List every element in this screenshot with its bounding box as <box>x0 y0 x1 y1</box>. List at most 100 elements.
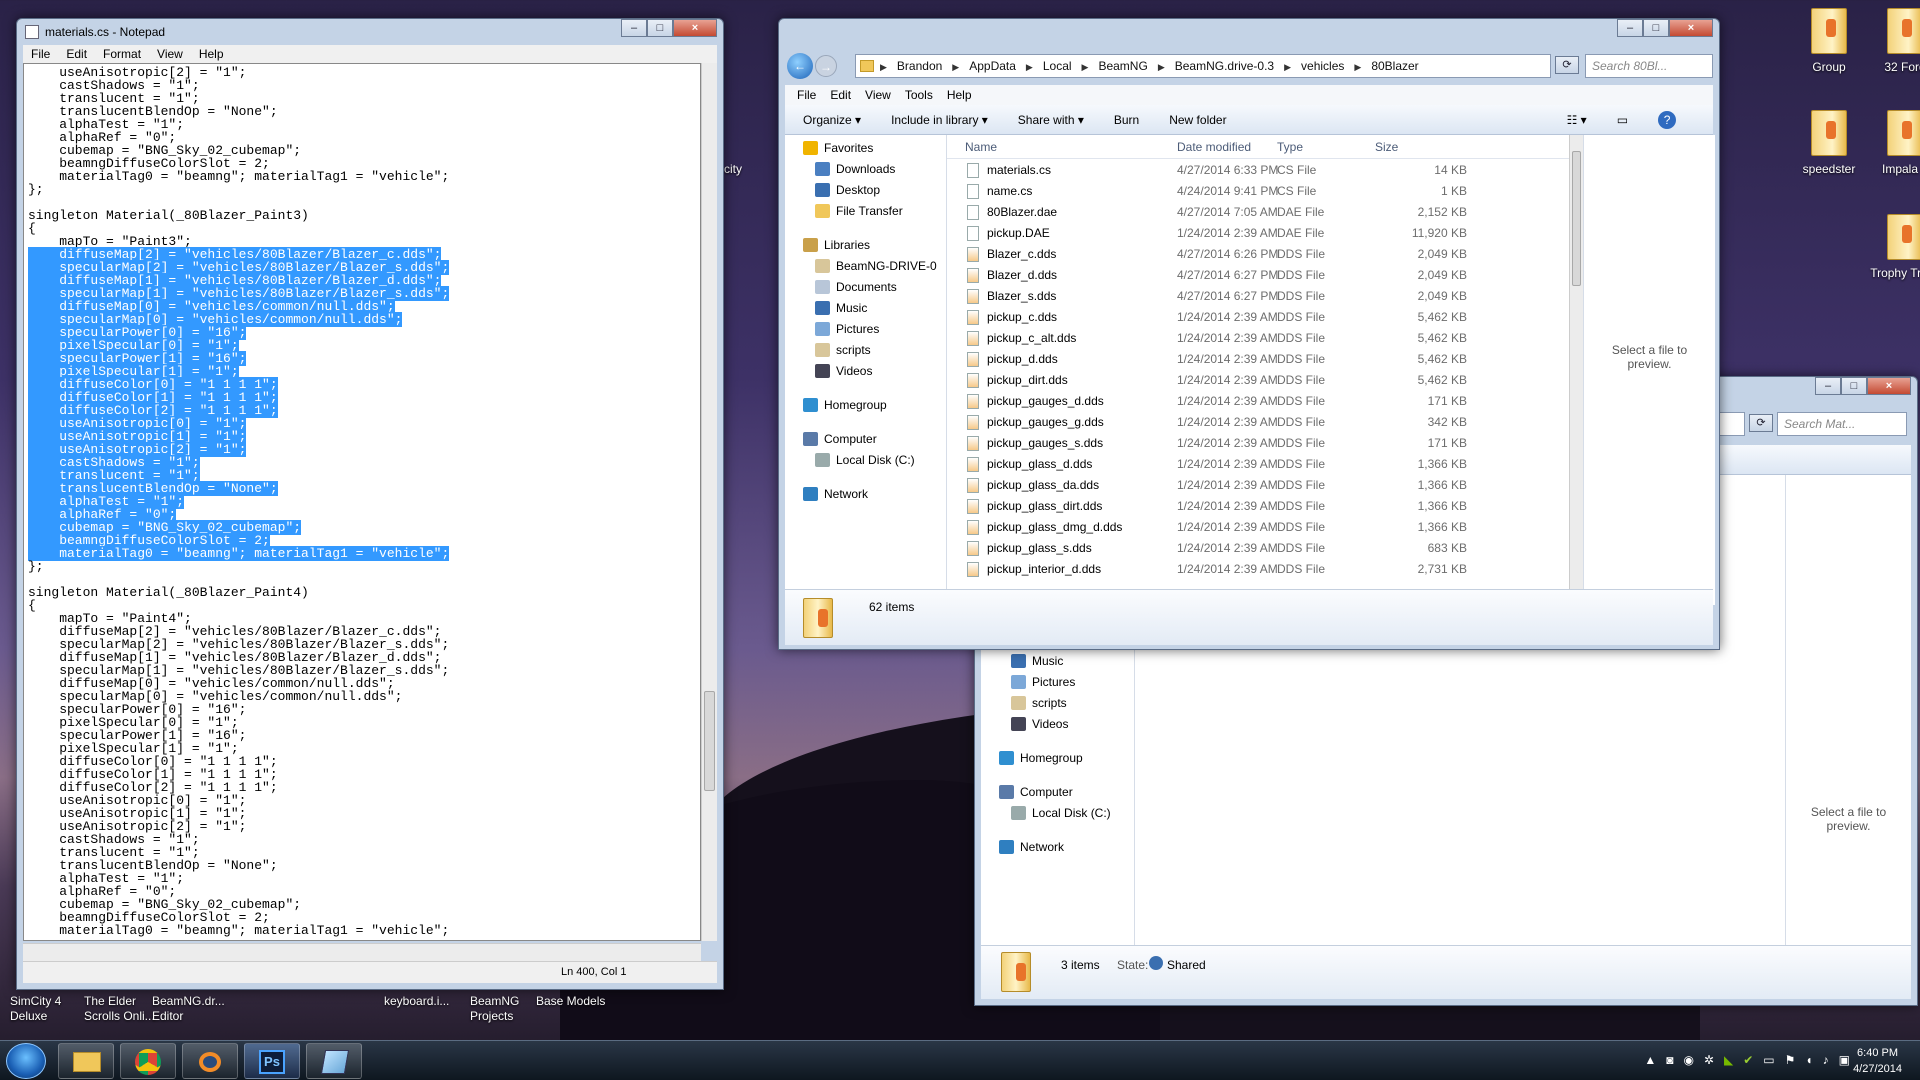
column-header[interactable]: Date modified <box>1177 140 1251 154</box>
vertical-scrollbar[interactable] <box>701 63 717 941</box>
desktop-shortcut-label[interactable]: BeamNG.dr... Editor <box>152 994 225 1024</box>
nav-item[interactable]: Computer <box>803 432 877 446</box>
horizontal-scrollbar[interactable] <box>23 943 701 961</box>
breadcrumb-item[interactable]: BeamNG.drive-0.3 <box>1175 55 1274 77</box>
nav-item[interactable]: scripts <box>815 343 871 357</box>
text-editor[interactable]: useAnisotropic[2] = "1"; castShadows = "… <box>23 63 701 941</box>
menu-format[interactable]: Format <box>103 45 141 63</box>
nav-item[interactable]: Documents <box>815 280 897 294</box>
blender-taskbar-button[interactable] <box>182 1043 238 1079</box>
preview-pane-icon[interactable]: ▭ <box>1617 105 1628 134</box>
command-button[interactable]: Organize ▾ <box>803 105 861 134</box>
file-row[interactable]: Blazer_s.dds 4/27/2014 6:27 PM DDS File 2,0… <box>947 286 1583 307</box>
breadcrumb-separator-icon[interactable]: ▶ <box>1026 56 1033 77</box>
column-header[interactable]: Size <box>1375 140 1398 154</box>
menu-help[interactable]: Help <box>199 45 224 63</box>
breadcrumb-item[interactable]: vehicles <box>1301 55 1344 77</box>
file-row[interactable]: pickup_glass_dmg_d.dds 1/24/2014 2:39 AM D… <box>947 517 1583 538</box>
view-options-icon[interactable]: ☷ ▾ <box>1567 105 1587 134</box>
show-hidden-icons[interactable]: ▲ <box>1644 1053 1656 1067</box>
nav-item[interactable]: Libraries <box>803 238 870 252</box>
breadcrumb-separator-icon[interactable]: ▶ <box>952 56 959 77</box>
breadcrumb-separator-icon[interactable]: ▶ <box>1082 56 1089 77</box>
file-row[interactable]: Blazer_d.dds 4/27/2014 6:27 PM DDS File 2,0… <box>947 265 1583 286</box>
forward-button[interactable]: → <box>815 55 837 77</box>
file-row[interactable]: Blazer_c.dds 4/27/2014 6:26 PM DDS File 2,0… <box>947 244 1583 265</box>
file-row[interactable]: pickup_gauges_s.dds 1/24/2014 2:39 AM DDS … <box>947 433 1583 454</box>
file-row[interactable]: pickup_d.dds 1/24/2014 2:39 AM DDS File 5,4… <box>947 349 1583 370</box>
column-header[interactable]: Name <box>965 140 997 154</box>
close-button[interactable]: × <box>1867 377 1911 395</box>
command-button[interactable]: Include in library ▾ <box>891 105 988 134</box>
clock[interactable]: 6:40 PM 4/27/2014 <box>1853 1045 1902 1077</box>
file-row[interactable]: 80Blazer.dae 4/27/2014 7:05 AM DAE File 2,1… <box>947 202 1583 223</box>
close-button[interactable]: × <box>1669 19 1713 37</box>
breadcrumb-separator-icon[interactable]: ▶ <box>1158 56 1165 77</box>
file-row[interactable]: pickup_c.dds 1/24/2014 2:39 AM DDS File 5,4… <box>947 307 1583 328</box>
breadcrumb-item[interactable]: 80Blazer <box>1371 55 1418 77</box>
steam-tray-icon[interactable]: ◉ <box>1683 1053 1693 1067</box>
network-tray-icon[interactable]: ◙ <box>1666 1053 1673 1067</box>
start-button[interactable] <box>6 1043 46 1079</box>
update-tray-icon[interactable]: ✔ <box>1743 1053 1753 1067</box>
maximize-button[interactable]: □ <box>647 19 673 37</box>
nav-item[interactable]: Music <box>1011 654 1063 668</box>
back-button[interactable]: ← <box>787 53 813 79</box>
display-tray-icon[interactable]: ▣ <box>1839 1053 1850 1067</box>
nav-item[interactable]: Videos <box>1011 717 1068 731</box>
file-row[interactable]: materials.cs 4/27/2014 6:33 PM CS File 14 K… <box>947 160 1583 181</box>
command-button[interactable]: Burn <box>1114 105 1139 134</box>
file-row[interactable]: pickup_glass_d.dds 1/24/2014 2:39 AM DDS F… <box>947 454 1583 475</box>
desktop-shortcut-label[interactable]: The Elder Scrolls Onli... <box>84 994 155 1024</box>
desktop-shortcut-label[interactable]: BeamNG Projects <box>470 994 519 1024</box>
file-row[interactable]: pickup_gauges_d.dds 1/24/2014 2:39 AM DDS … <box>947 391 1583 412</box>
nav-item[interactable]: Pictures <box>1011 675 1075 689</box>
breadcrumb-item[interactable]: Brandon <box>897 55 942 77</box>
file-row[interactable]: pickup_gauges_g.dds 1/24/2014 2:39 AM DDS … <box>947 412 1583 433</box>
nav-item[interactable]: Music <box>815 301 867 315</box>
desktop-shortcut[interactable]: 32 Ford <box>1860 8 1920 74</box>
command-button[interactable]: New folder <box>1169 105 1226 134</box>
breadcrumb-item[interactable]: Local <box>1043 55 1072 77</box>
nav-item[interactable]: Computer <box>999 785 1073 799</box>
column-header[interactable]: Type <box>1277 140 1303 154</box>
nav-item[interactable]: Videos <box>815 364 872 378</box>
scrollbar-thumb[interactable] <box>704 691 715 791</box>
menu-edit[interactable]: Edit <box>830 85 851 105</box>
scrollbar-thumb[interactable] <box>1572 151 1581 286</box>
nav-item[interactable]: Homegroup <box>999 751 1083 765</box>
menu-edit[interactable]: Edit <box>66 45 87 63</box>
menu-tools[interactable]: Tools <box>905 85 933 105</box>
nav-item[interactable]: Local Disk (C:) <box>815 453 915 467</box>
nav-item[interactable]: Homegroup <box>803 398 887 412</box>
nav-item[interactable]: Favorites <box>803 141 873 155</box>
desktop-shortcut[interactable]: Trophy Truck <box>1860 214 1920 280</box>
menu-file[interactable]: File <box>31 45 50 63</box>
notepad-titlebar[interactable]: materials.cs - Notepad – □ × <box>17 19 723 45</box>
nav-item[interactable]: Desktop <box>815 183 880 197</box>
explorer-taskbar-button[interactable] <box>58 1043 114 1079</box>
close-button[interactable]: × <box>673 19 717 37</box>
nav-item[interactable]: Network <box>999 840 1064 854</box>
refresh-button[interactable]: ⟳ <box>1749 414 1773 432</box>
menu-file[interactable]: File <box>797 85 816 105</box>
file-list[interactable]: Name Date modified Type Size materials.cs 4/… <box>947 135 1583 605</box>
nav-item[interactable]: Network <box>803 487 868 501</box>
breadcrumb-item[interactable]: AppData <box>969 55 1016 77</box>
nvidia-tray-icon[interactable]: ◣ <box>1724 1053 1733 1067</box>
wifi-tray-icon[interactable]: ◖ <box>1805 1053 1812 1067</box>
file-row[interactable]: pickup_glass_s.dds 1/24/2014 2:39 AM DDS F… <box>947 538 1583 559</box>
desktop-shortcut-label[interactable]: Base Models <box>536 994 605 1009</box>
file-row[interactable]: name.cs 4/24/2014 9:41 PM CS File 1 KB <box>947 181 1583 202</box>
nav-item[interactable]: Local Disk (C:) <box>1011 806 1111 820</box>
command-button[interactable]: Share with ▾ <box>1018 105 1084 134</box>
notepad-taskbar-button[interactable] <box>306 1043 362 1079</box>
explorer-window[interactable]: – □ × ← → ▶ Brandon ▶ AppData ▶ Local ▶ BeamNG ▶… <box>778 18 1720 650</box>
nav-item[interactable]: Pictures <box>815 322 879 336</box>
maximize-button[interactable]: □ <box>1643 19 1669 37</box>
address-bar[interactable]: ▶ Brandon ▶ AppData ▶ Local ▶ BeamNG ▶ BeamNG.dri… <box>855 54 1551 78</box>
search-input[interactable]: Search Mat... <box>1777 412 1907 436</box>
nav-item[interactable]: scripts <box>1011 696 1067 710</box>
minimize-button[interactable]: – <box>1815 377 1841 395</box>
file-row[interactable]: pickup.DAE 1/24/2014 2:39 AM DAE File 11,92… <box>947 223 1583 244</box>
